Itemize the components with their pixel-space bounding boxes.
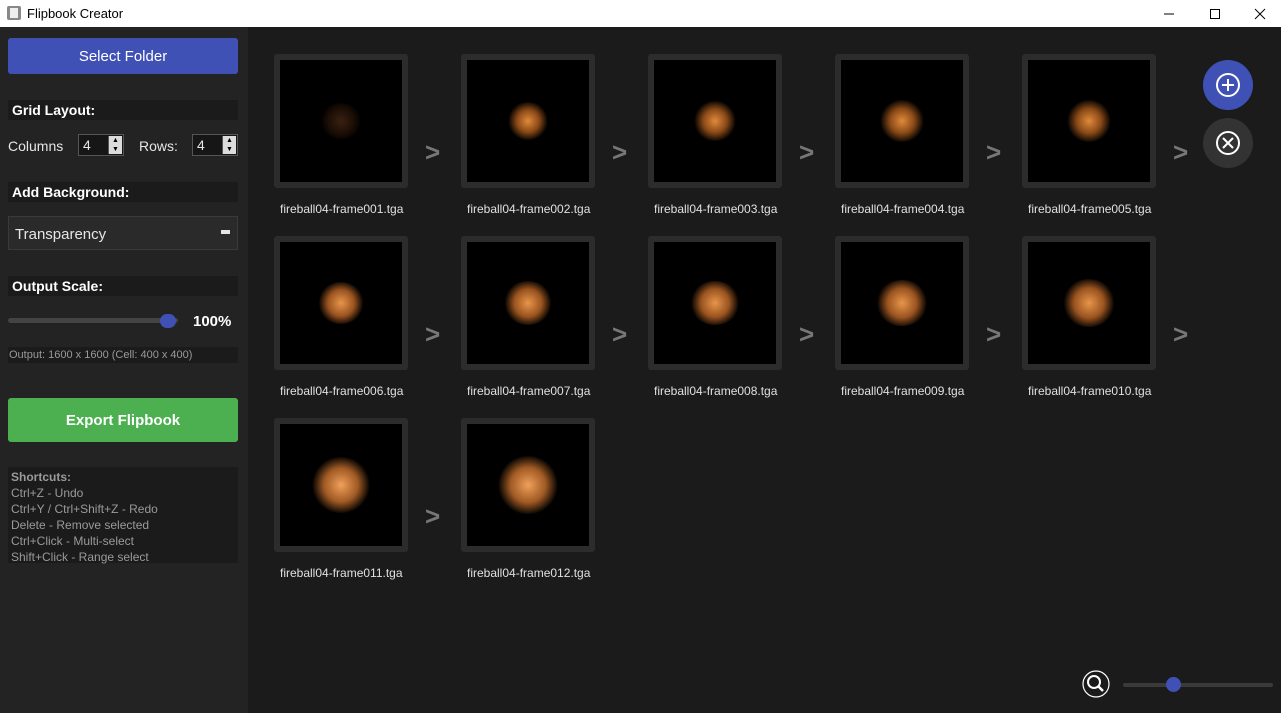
frame-image xyxy=(841,242,963,364)
frame-image xyxy=(654,242,776,364)
window-title: Flipbook Creator xyxy=(27,6,124,21)
columns-stepper[interactable]: ▲ ▼ xyxy=(108,136,122,154)
sidebar: Select Folder Grid Layout: Columns 4 ▲ ▼ … xyxy=(0,27,248,713)
sequence-arrow: > xyxy=(799,137,815,167)
frame-image xyxy=(467,242,589,364)
frame-thumbnail[interactable] xyxy=(274,418,408,552)
frame-filename: fireball04-frame011.tga xyxy=(280,566,403,580)
maximize-button[interactable] xyxy=(1192,0,1238,27)
maximize-icon xyxy=(1210,8,1220,19)
frame-filename: fireball04-frame003.tga xyxy=(654,202,778,216)
frame-filename: fireball04-frame001.tga xyxy=(280,202,404,216)
up-arrow-icon[interactable]: ▲ xyxy=(109,136,122,145)
columns-value: 4 xyxy=(83,137,91,153)
app-icon xyxy=(7,6,21,20)
zoom-slider-handle[interactable] xyxy=(1166,677,1181,692)
frame-filename: fireball04-frame006.tga xyxy=(280,384,404,398)
frame-filename: fireball04-frame007.tga xyxy=(467,384,591,398)
shortcut-range-select: Shift+Click - Range select xyxy=(11,550,149,564)
frame-thumbnail[interactable] xyxy=(835,236,969,370)
frame-image xyxy=(841,60,963,182)
frame-filename: fireball04-frame005.tga xyxy=(1028,202,1152,216)
grid-layout-heading: Grid Layout: xyxy=(8,100,238,120)
minimize-icon xyxy=(1164,13,1174,14)
shortcut-redo: Ctrl+Y / Ctrl+Shift+Z - Redo xyxy=(11,502,158,516)
frame-image xyxy=(654,60,776,182)
zoom-icon xyxy=(1082,670,1110,698)
sequence-arrow: > xyxy=(425,319,441,349)
frame-filename: fireball04-frame002.tga xyxy=(467,202,591,216)
frame-image xyxy=(1028,242,1150,364)
sequence-arrow: > xyxy=(986,137,1002,167)
sequence-arrow: > xyxy=(612,319,628,349)
columns-spinbox[interactable]: 4 ▲ ▼ xyxy=(78,134,124,156)
sequence-arrow: > xyxy=(425,137,441,167)
scale-value: 100% xyxy=(193,313,232,330)
output-info: Output: 1600 x 1600 (Cell: 400 x 400) xyxy=(8,347,238,363)
title-bar: Flipbook Creator xyxy=(0,0,1281,27)
frame-thumbnail[interactable] xyxy=(648,236,782,370)
up-arrow-icon[interactable]: ▲ xyxy=(223,136,236,145)
frame-thumbnail[interactable] xyxy=(274,54,408,188)
close-icon xyxy=(1254,8,1266,19)
rows-label: Rows: xyxy=(139,138,178,154)
down-arrow-icon[interactable]: ▼ xyxy=(109,145,122,154)
frame-thumbnail[interactable] xyxy=(1022,54,1156,188)
sequence-arrow: > xyxy=(425,501,441,531)
frame-image xyxy=(1028,60,1150,182)
frame-thumbnail[interactable] xyxy=(461,236,595,370)
sequence-arrow: > xyxy=(986,319,1002,349)
add-frames-button[interactable] xyxy=(1203,60,1253,110)
background-select[interactable]: Transparency xyxy=(8,216,238,250)
minimize-button[interactable] xyxy=(1146,0,1192,27)
frame-filename: fireball04-frame008.tga xyxy=(654,384,778,398)
output-scale-heading: Output Scale: xyxy=(8,276,238,296)
close-button[interactable] xyxy=(1237,0,1281,27)
close-circle-icon xyxy=(1216,131,1240,155)
frame-filename: fireball04-frame004.tga xyxy=(841,202,965,216)
plus-circle-icon xyxy=(1216,73,1240,97)
frame-thumbnail[interactable] xyxy=(461,418,595,552)
background-heading: Add Background: xyxy=(8,182,238,202)
rows-spinbox[interactable]: 4 ▲ ▼ xyxy=(192,134,238,156)
sequence-arrow: > xyxy=(1173,319,1189,349)
frame-image xyxy=(280,60,402,182)
frame-filename: fireball04-frame010.tga xyxy=(1028,384,1152,398)
frame-thumbnail[interactable] xyxy=(461,54,595,188)
zoom-slider[interactable] xyxy=(1123,683,1273,687)
columns-label: Columns xyxy=(8,138,64,154)
frame-image xyxy=(467,60,589,182)
frame-thumbnail[interactable] xyxy=(274,236,408,370)
clear-frames-button[interactable] xyxy=(1203,118,1253,168)
sequence-arrow: > xyxy=(1173,137,1189,167)
frame-image xyxy=(280,424,402,546)
frames-area: fireball04-frame001.tga > fireball04-fra… xyxy=(248,27,1281,713)
shortcuts-title: Shortcuts: xyxy=(11,470,71,484)
frame-image xyxy=(467,424,589,546)
frame-thumbnail[interactable] xyxy=(1022,236,1156,370)
export-flipbook-button[interactable]: Export Flipbook xyxy=(8,398,238,442)
frame-filename: fireball04-frame009.tga xyxy=(841,384,965,398)
scale-slider-handle[interactable] xyxy=(160,314,176,328)
down-arrow-icon[interactable]: ▼ xyxy=(223,145,236,154)
sequence-arrow: > xyxy=(612,137,628,167)
shortcut-delete: Delete - Remove selected xyxy=(11,518,150,532)
scale-slider[interactable] xyxy=(8,318,178,323)
shortcuts-panel: Shortcuts: Ctrl+Z - Undo Ctrl+Y / Ctrl+S… xyxy=(8,467,238,564)
shortcut-multi-select: Ctrl+Click - Multi-select xyxy=(11,534,135,548)
frame-thumbnail[interactable] xyxy=(648,54,782,188)
rows-stepper[interactable]: ▲ ▼ xyxy=(222,136,236,154)
frame-filename: fireball04-frame012.tga xyxy=(467,566,591,580)
dropdown-icon xyxy=(221,230,230,234)
background-selected-value: Transparency xyxy=(15,226,107,243)
sequence-arrow: > xyxy=(799,319,815,349)
shortcut-undo: Ctrl+Z - Undo xyxy=(11,486,84,500)
rows-value: 4 xyxy=(197,137,205,153)
select-folder-button[interactable]: Select Folder xyxy=(8,38,238,74)
frame-image xyxy=(280,242,402,364)
frame-thumbnail[interactable] xyxy=(835,54,969,188)
